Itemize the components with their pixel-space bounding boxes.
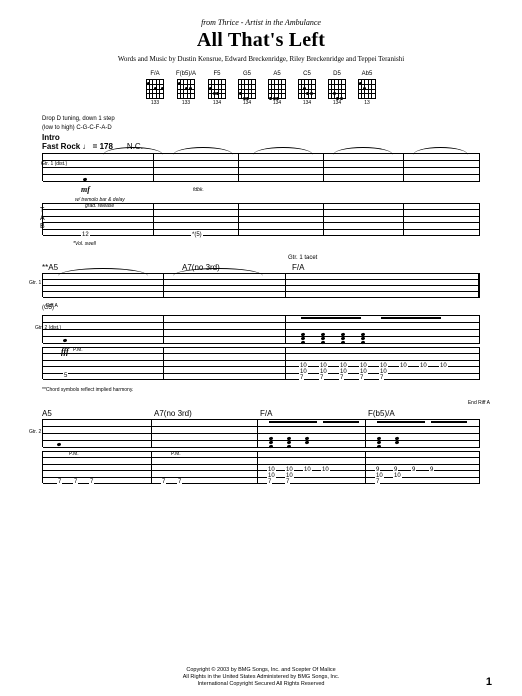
chord-symbol: F/A [292, 263, 304, 272]
tuning-note-2: (low to high) C-G-C-F-A-D [42, 125, 494, 132]
chord-diagram: F5 134 [208, 71, 226, 106]
chord-symbol: A7(no 3rd) [154, 409, 192, 418]
tab-staff-3: 7 7 7 7 7 10 10 7 10 10 7 10 10 9 10 7 9… [42, 451, 480, 483]
chord-diagram: F(b5)/A 133 [176, 71, 196, 106]
system-intro: Drop D tuning, down 1 step (low to high)… [42, 116, 494, 235]
end-riff-label: End Riff A [468, 400, 490, 406]
tab-staff: T A B 12 *(5) *Vol. swell [42, 203, 480, 235]
credits: Words and Music by Dustin Kensrue, Edwar… [28, 55, 494, 63]
gtr2-small-label: Gtr. 2 [29, 429, 41, 435]
tuning-note: Drop D tuning, down 1 step [42, 116, 494, 123]
dynamic-mf: mf [81, 185, 90, 194]
chord-diagram: G5 134 [238, 71, 256, 106]
tempo-marking: Fast Rock ♩ = 178 [42, 142, 113, 151]
tab-staff-2: 5 10 10 7 10 10 7 10 10 7 10 10 7 10 10 … [42, 347, 480, 379]
copyright: Copyright © 2003 by BMG Songs, Inc. and … [0, 667, 522, 688]
notation-staff: Gtr. 1 (dist.) mf w/ tremolo bar & delay… [42, 153, 480, 181]
song-title: All That's Left [28, 29, 494, 52]
sheet-music-page: from Thrice - Artist in the Ambulance Al… [0, 0, 522, 696]
gtr1-tacet: Gtr. 1 tacet [288, 255, 317, 261]
chord-diagram: F/A 133 [146, 71, 164, 106]
section-label: Intro [42, 133, 60, 142]
header: from Thrice - Artist in the Ambulance Al… [28, 18, 494, 63]
chord-diagram: Ab5 13 [358, 71, 376, 106]
notation-staff-gtr1: Gtr. 1 [42, 273, 480, 297]
tab-number: *(5) [191, 232, 203, 238]
chord-footnote: **Chord symbols reflect implied harmony. [42, 387, 133, 393]
chord-diagram: C5 134 [298, 71, 316, 106]
gtr2-label-2: Gtr. 2 (dist.) [35, 325, 65, 331]
chord-symbol: A5 [42, 409, 52, 418]
chord-diagram: A5 134 [268, 71, 286, 106]
chord-symbol: F(b5)/A [368, 409, 395, 418]
notation-staff-gtr2: Riff A Gtr. 2 (dist.) fff P.M. [42, 315, 480, 343]
technique-fdbk: fdbk. [193, 187, 204, 193]
notation-staff-3: Gtr. 2 P.M. P.M. [42, 419, 480, 447]
tab-number: 12 [81, 232, 90, 238]
gtr2-label: Riff A [46, 303, 58, 309]
chord-diagram: D5 134 [328, 71, 346, 106]
system-2: **A5 A7(no 3rd) Gtr. 1 tacet F/A Gtr. 1 … [42, 263, 494, 379]
from-line: from Thrice - Artist in the Ambulance [28, 18, 494, 27]
gtr1-small-label: Gtr. 1 [29, 280, 41, 286]
page-number: 1 [486, 676, 492, 688]
chord-symbol: F/A [260, 409, 272, 418]
system-3: A5 A7(no 3rd) F/A F(b5)/A End Riff A Gtr… [42, 409, 494, 483]
vol-swell-note: *Vol. swell [73, 241, 96, 247]
chord-diagram-row: F/A 133 F(b5)/A 133 F5 134 G5 134 [28, 71, 494, 106]
chord-symbol: **A5 [42, 263, 58, 272]
